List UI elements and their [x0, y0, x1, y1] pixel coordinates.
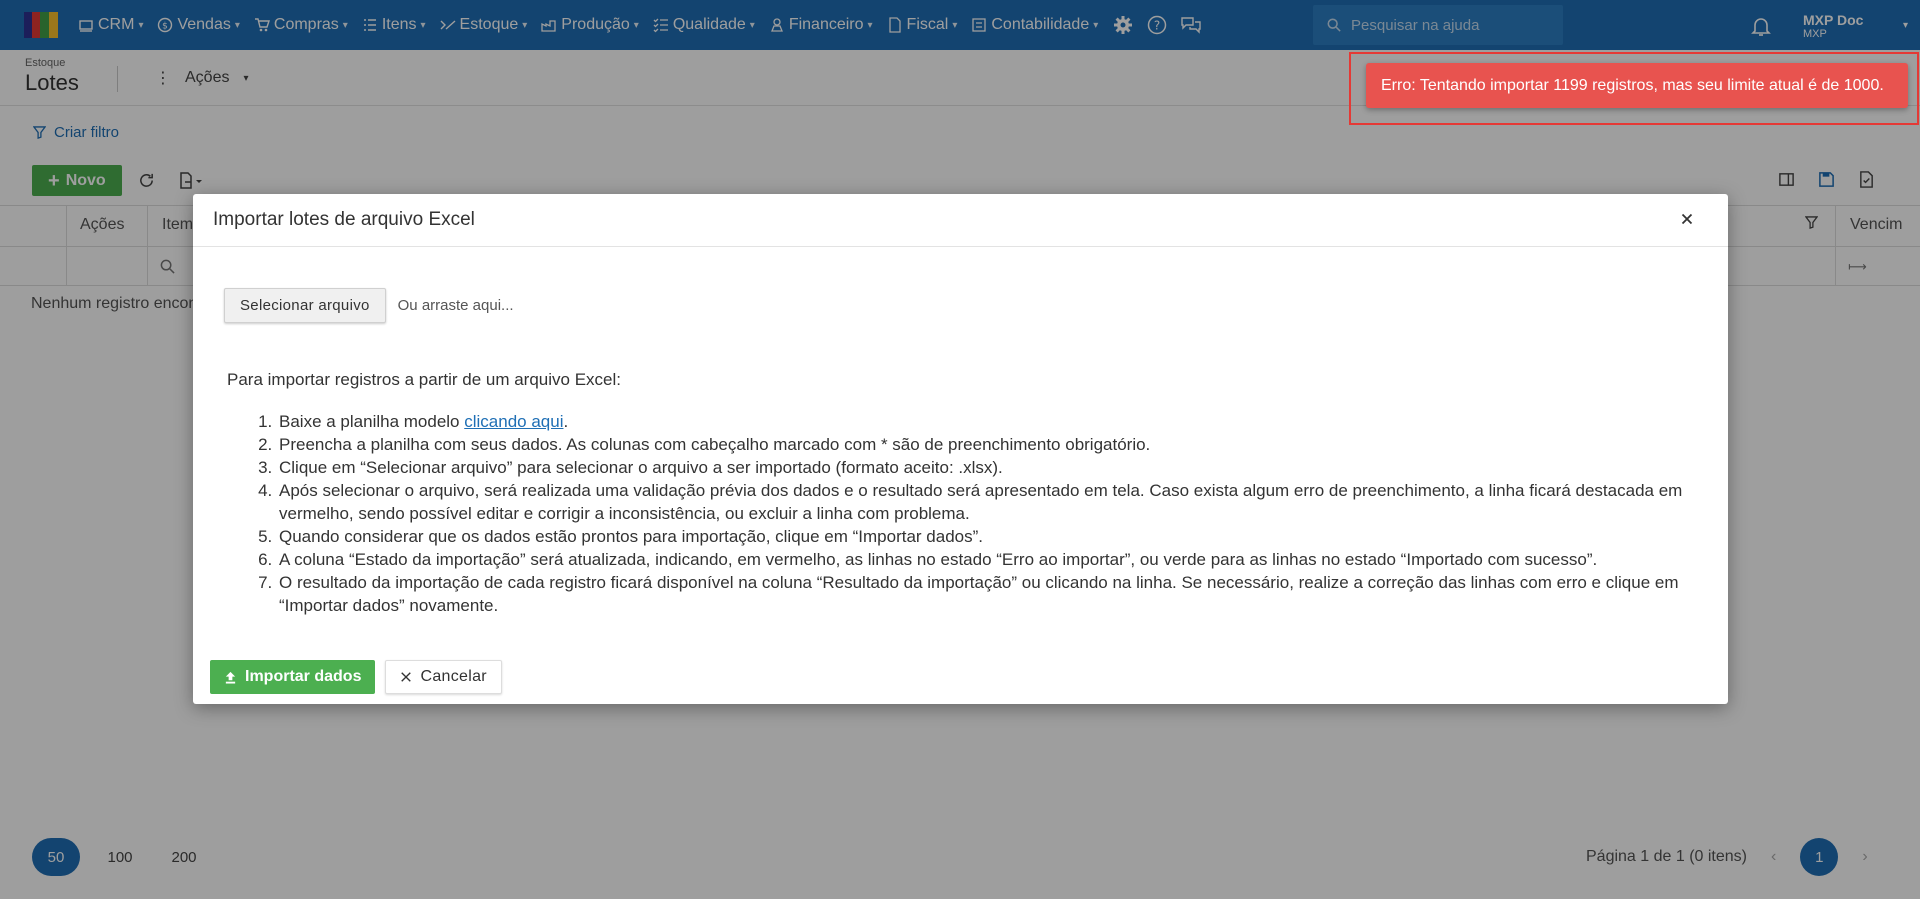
- upload-icon: [225, 671, 236, 684]
- step1-suffix: .: [563, 412, 569, 431]
- instruction-step: Preencha a planilha com seus dados. As c…: [277, 433, 1697, 456]
- instruction-step: O resultado da importação de cada regist…: [277, 571, 1697, 617]
- instruction-step: Clique em “Selecionar arquivo” para sele…: [277, 456, 1697, 479]
- instructions-list: Baixe a planilha modelo clicando aqui. P…: [277, 410, 1697, 617]
- import-data-button[interactable]: Importar dados: [210, 660, 376, 694]
- instruction-step: A coluna “Estado da importação” será atu…: [277, 548, 1697, 571]
- modal-footer: Importar dados Cancelar: [210, 660, 502, 694]
- error-toast[interactable]: Erro: Tentando importar 1199 registros, …: [1366, 63, 1908, 108]
- close-icon[interactable]: [1678, 210, 1698, 230]
- cancel-button[interactable]: Cancelar: [385, 660, 502, 694]
- step1-prefix: Baixe a planilha modelo: [279, 412, 465, 431]
- modal-title: Importar lotes de arquivo Excel: [213, 209, 475, 230]
- error-toast-message: Erro: Tentando importar 1199 registros, …: [1381, 76, 1884, 94]
- select-file-button[interactable]: Selecionar arquivo: [224, 288, 386, 323]
- instruction-step: Quando considerar que os dados estão pro…: [277, 525, 1697, 548]
- download-template-link[interactable]: clicando aqui: [464, 412, 563, 431]
- instruction-step: Baixe a planilha modelo clicando aqui.: [277, 410, 1697, 433]
- import-data-label: Importar dados: [245, 668, 362, 685]
- drop-hint: Ou arraste aqui...: [397, 297, 514, 314]
- instructions-intro: Para importar registros a partir de um a…: [227, 370, 621, 389]
- import-modal: Importar lotes de arquivo Excel Selecion…: [193, 194, 1728, 704]
- cancel-label: Cancelar: [420, 668, 487, 685]
- close-icon: [401, 672, 412, 682]
- modal-header: Importar lotes de arquivo Excel: [193, 194, 1728, 247]
- file-upload-area[interactable]: Selecionar arquivo Ou arraste aqui...: [224, 288, 514, 323]
- instruction-step: Após selecionar o arquivo, será realizad…: [277, 479, 1697, 525]
